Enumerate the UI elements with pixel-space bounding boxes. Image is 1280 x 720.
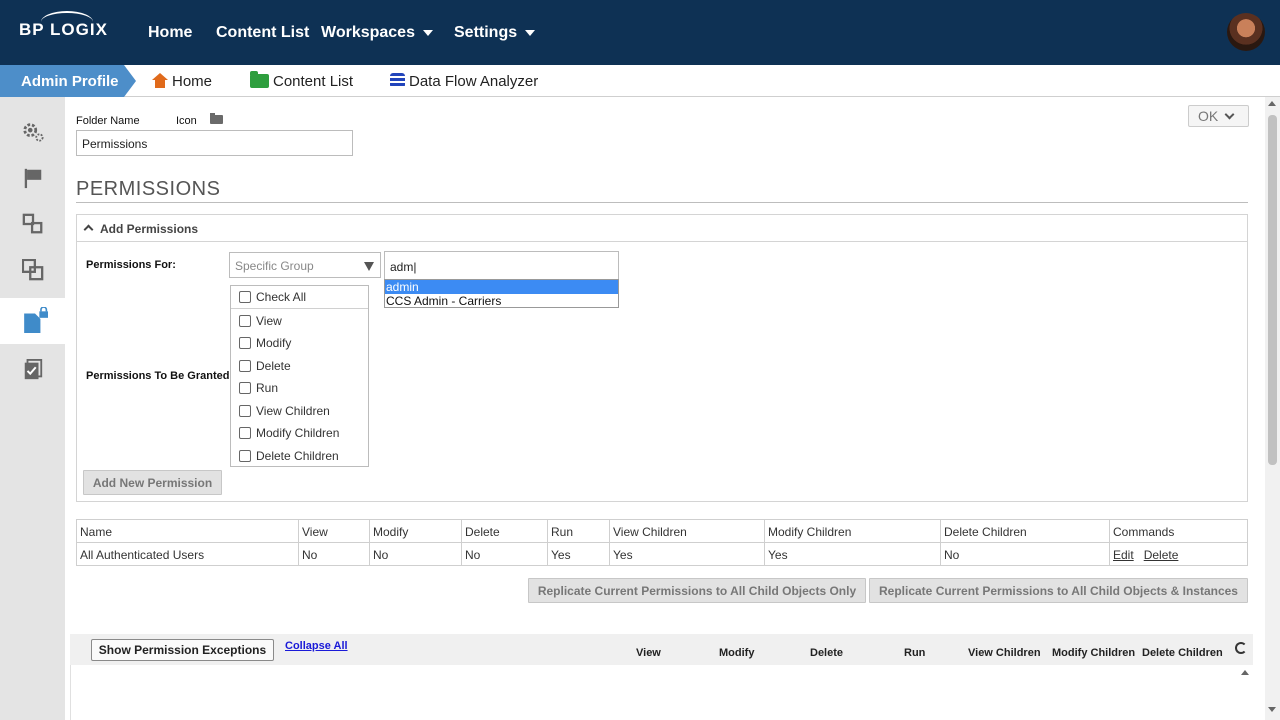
scroll-up-icon[interactable]: [1241, 670, 1249, 675]
nav-content-list[interactable]: Content List: [216, 24, 309, 42]
table-header-row: Name View Modify Delete Run View Childre…: [76, 519, 1248, 543]
permissions-table: Name View Modify Delete Run View Childre…: [76, 519, 1248, 566]
show-permission-exceptions-button[interactable]: Show Permission Exceptions: [91, 639, 274, 661]
exception-column-header: View Children: [968, 647, 1041, 659]
column-header: View: [298, 519, 370, 543]
column-header: Run: [547, 519, 610, 543]
checklist-icon: [24, 359, 43, 380]
ok-button[interactable]: OK: [1188, 105, 1249, 127]
delete-children-checkbox[interactable]: Delete Children: [239, 449, 339, 463]
view-checkbox[interactable]: View: [239, 314, 282, 328]
permissions-for-label: Permissions For:: [86, 259, 176, 271]
folder-icon: [250, 71, 269, 88]
exception-column-header: View: [636, 647, 661, 659]
exception-column-header: Run: [904, 647, 926, 659]
icon-label: Icon: [176, 113, 223, 127]
exception-column-header: Modify: [719, 647, 755, 659]
nav-home[interactable]: Home: [148, 24, 192, 42]
section-title: PERMISSIONS: [76, 178, 221, 200]
table-cell: Yes: [609, 542, 765, 566]
folder-icon[interactable]: [209, 113, 223, 124]
replicate-child-objects-button[interactable]: Replicate Current Permissions to All Chi…: [528, 578, 866, 603]
commands-cell: Edit Delete: [1109, 542, 1248, 566]
table-cell: No: [461, 542, 548, 566]
bplogix-logo[interactable]: BP LOGIX: [19, 11, 108, 40]
table-cell: Yes: [547, 542, 610, 566]
folder-name-label: Folder Name: [76, 115, 140, 127]
workflow-icon: [22, 213, 43, 234]
scroll-up-icon[interactable]: [1268, 101, 1276, 106]
chevron-down-icon: [422, 29, 433, 36]
breadcrumb-content-list[interactable]: Content List: [250, 71, 353, 90]
column-header: Delete Children: [940, 519, 1110, 543]
chevron-down-icon: [525, 29, 536, 36]
locked-document-icon: [24, 307, 48, 333]
permissions-checklist: Check All View Modify Delete Run View Ch…: [230, 285, 369, 467]
breadcrumb-home[interactable]: Home: [152, 73, 212, 90]
breadcrumb-data-flow-analyzer[interactable]: Data Flow Analyzer: [390, 73, 538, 90]
nav-workspaces[interactable]: Workspaces: [321, 24, 433, 42]
view-children-checkbox[interactable]: View Children: [239, 404, 330, 418]
table-cell: No: [298, 542, 370, 566]
modify-children-checkbox[interactable]: Modify Children: [239, 426, 339, 440]
column-header: Delete: [461, 519, 548, 543]
vertical-scrollbar[interactable]: [1265, 97, 1280, 720]
nav-settings[interactable]: Settings: [454, 24, 536, 42]
scrollbar-thumb[interactable]: [1268, 115, 1277, 465]
permissions-for-select[interactable]: Specific Group: [229, 252, 381, 278]
delete-checkbox[interactable]: Delete: [239, 359, 291, 373]
permissions-to-be-granted-label: Permissions To Be Granted: [86, 370, 230, 382]
exception-column-header: Delete Children: [1142, 647, 1223, 659]
chevron-up-icon: [83, 224, 94, 235]
folder-name-input[interactable]: Permissions: [76, 130, 353, 156]
gear-icon: [23, 123, 44, 142]
sidebar-item-flag[interactable]: [0, 155, 65, 201]
sidebar-item-overlap[interactable]: [0, 247, 65, 293]
group-search-input[interactable]: adm|: [384, 251, 619, 280]
chevron-down-icon: [364, 262, 374, 271]
column-header: Name: [76, 519, 299, 543]
flag-icon: [24, 168, 42, 189]
scroll-down-icon[interactable]: [1268, 707, 1276, 712]
add-new-permission-button[interactable]: Add New Permission: [83, 470, 222, 495]
exception-column-header: Modify Children: [1052, 647, 1136, 659]
user-avatar[interactable]: [1227, 13, 1265, 51]
sidebar-item-permissions[interactable]: [0, 298, 65, 344]
check-all-checkbox[interactable]: Check All: [239, 290, 306, 304]
table-cell: No: [369, 542, 462, 566]
home-icon: [152, 73, 168, 88]
delete-link[interactable]: Delete: [1144, 548, 1179, 562]
modify-checkbox[interactable]: Modify: [239, 336, 291, 350]
left-sidebar: [0, 97, 65, 720]
column-header: Modify: [369, 519, 462, 543]
list-item[interactable]: CCS Admin - Carriers: [385, 294, 618, 308]
sidebar-item-settings[interactable]: [0, 109, 65, 155]
autocomplete-list: admin CCS Admin - Carriers: [384, 279, 619, 308]
sidebar-item-workflow[interactable]: [0, 201, 65, 247]
exception-column-header: Delete: [810, 647, 844, 659]
breadcrumb: Admin Profile Home Content List Data Flo…: [0, 65, 1280, 97]
table-cell: All Authenticated Users: [76, 542, 299, 566]
add-permissions-header[interactable]: Add Permissions: [77, 215, 1247, 242]
list-item[interactable]: admin: [385, 280, 618, 294]
edit-link[interactable]: Edit: [1113, 548, 1134, 562]
run-checkbox[interactable]: Run: [239, 381, 278, 395]
breadcrumb-admin-profile[interactable]: Admin Profile: [0, 65, 136, 97]
column-header: Commands: [1109, 519, 1248, 543]
top-nav: BP LOGIX Home Content List Workspaces Se…: [0, 0, 1280, 65]
refresh-icon[interactable]: [1235, 642, 1247, 654]
overlap-icon: [22, 259, 44, 281]
divider: [76, 202, 1248, 203]
column-header: View Children: [609, 519, 765, 543]
sidebar-item-checklist[interactable]: [0, 347, 65, 393]
database-icon: [390, 73, 405, 88]
chevron-down-icon: [1224, 109, 1235, 120]
collapse-all-link[interactable]: Collapse All: [285, 640, 348, 652]
table-row: All Authenticated Users No No No Yes Yes…: [76, 542, 1248, 566]
table-cell: No: [940, 542, 1110, 566]
column-header: Modify Children: [764, 519, 941, 543]
table-cell: Yes: [764, 542, 941, 566]
exceptions-list: [70, 665, 1253, 720]
replicate-child-objects-instances-button[interactable]: Replicate Current Permissions to All Chi…: [869, 578, 1248, 603]
